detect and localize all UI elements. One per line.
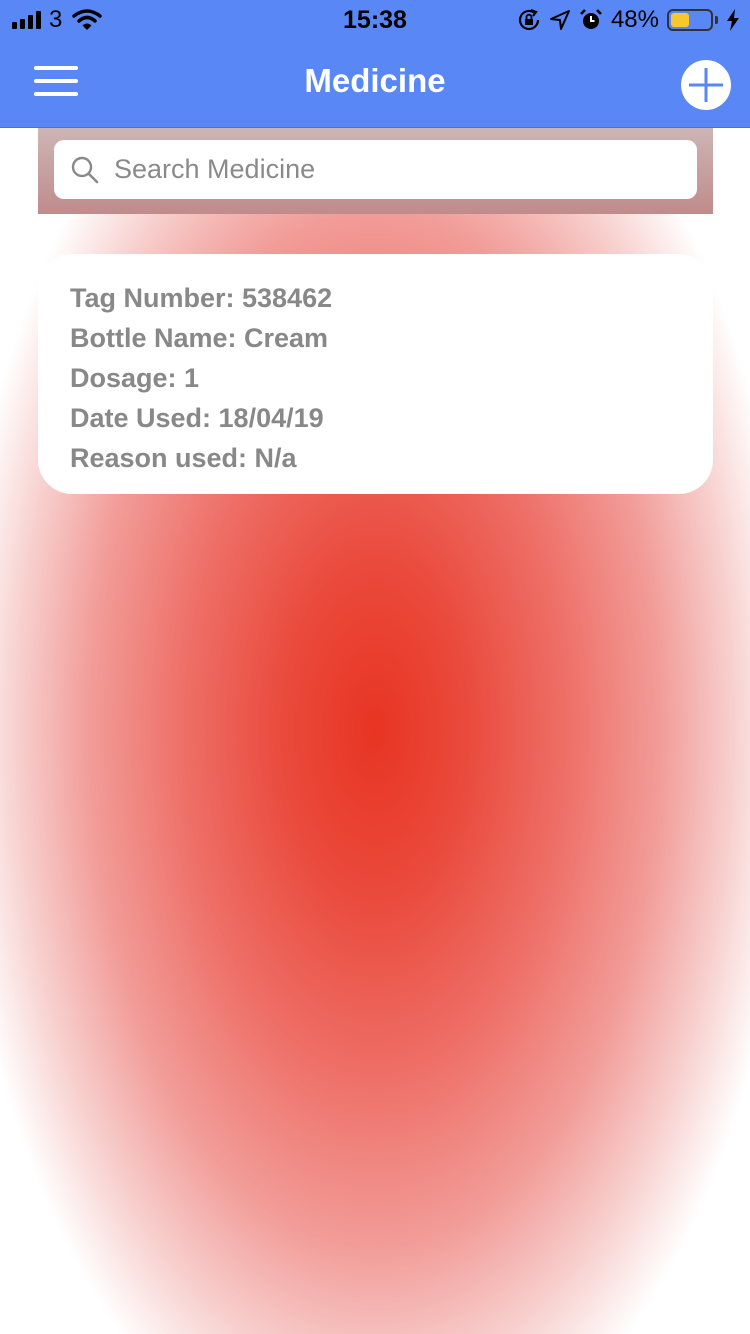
dosage: Dosage: 1	[70, 363, 200, 393]
alarm-clock-icon	[580, 9, 602, 29]
navigation-bar: Medicine	[0, 40, 750, 128]
search-icon	[71, 156, 99, 183]
status-bar: 3 15:38 48%	[0, 0, 750, 40]
reason-used: Reason used: N/a	[70, 443, 297, 473]
add-medicine-button[interactable]	[681, 60, 731, 110]
battery-icon	[667, 9, 713, 31]
plus-icon	[689, 68, 723, 102]
search-panel	[38, 128, 713, 214]
charging-bolt-icon	[727, 9, 739, 31]
orientation-lock-icon	[518, 8, 540, 31]
search-box[interactable]	[54, 140, 697, 199]
date-used: Date Used: 18/04/19	[70, 403, 324, 433]
page-title: Medicine	[304, 62, 446, 99]
status-right: 48%	[517, 6, 740, 34]
battery-tip	[715, 16, 718, 24]
bottle-name: Bottle Name: Cream	[70, 323, 329, 353]
battery-percentage: 48%	[610, 6, 659, 33]
search-input[interactable]	[114, 154, 674, 185]
tag-number: Tag Number: 538462	[70, 283, 333, 313]
medicine-card[interactable]: Tag Number: 538462 Bottle Name: Cream Do…	[38, 254, 713, 494]
location-arrow-icon	[549, 10, 570, 30]
battery-level-fill	[671, 13, 690, 27]
